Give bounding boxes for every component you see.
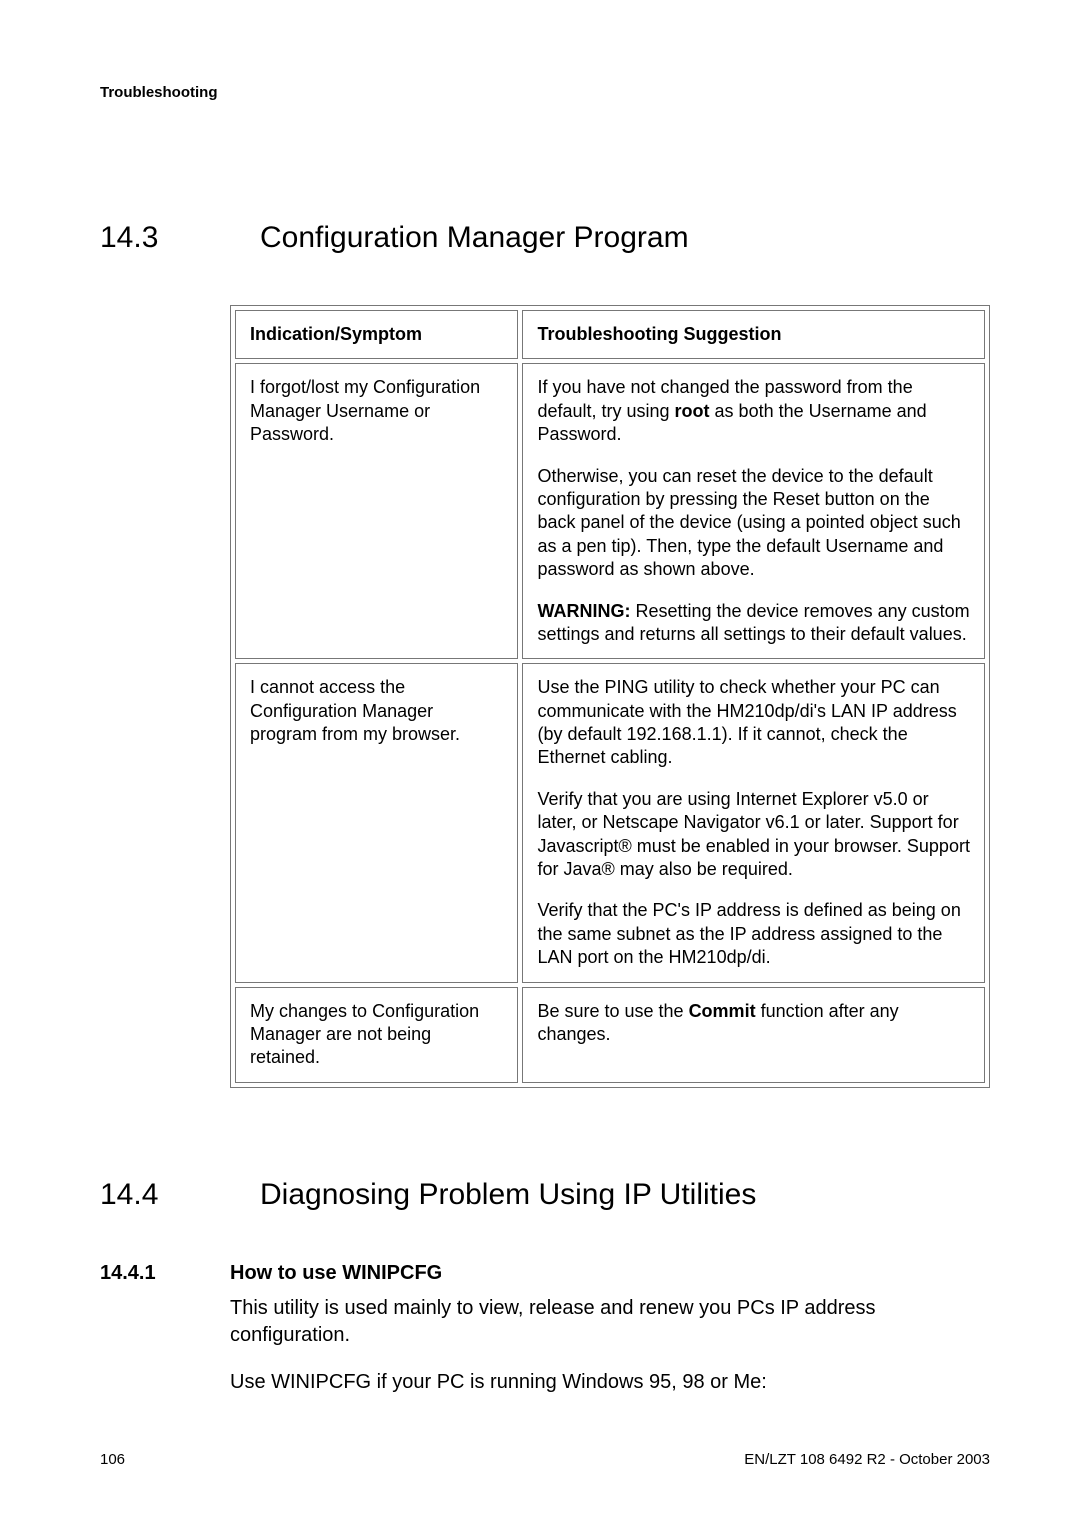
table-row: I forgot/lost my Configuration Manager U… (235, 363, 985, 659)
subsection-heading-row: 14.4.1 How to use WINIPCFG (100, 1262, 990, 1285)
suggestion-paragraph: Verify that you are using Internet Explo… (537, 788, 970, 882)
body-paragraph: This utility is used mainly to view, rel… (230, 1295, 990, 1349)
table-row: My changes to Configuration Manager are … (235, 987, 985, 1083)
suggestion-paragraph: WARNING: Resetting the device removes an… (537, 600, 970, 647)
troubleshooting-table-wrap: Indication/Symptom Troubleshooting Sugge… (230, 305, 990, 1088)
subsection-number: 14.4.1 (100, 1262, 172, 1285)
suggestion-cell: Use the PING utility to check whether yo… (522, 663, 985, 982)
suggestion-paragraph: Be sure to use the Commit function after… (537, 1000, 970, 1047)
doc-id: EN/LZT 108 6492 R2 - October 2003 (744, 1451, 990, 1468)
section-ip-utilities: 14.4 Diagnosing Problem Using IP Utiliti… (100, 1178, 990, 1396)
text-span: Be sure to use the (537, 1001, 688, 1021)
suggestion-cell: Be sure to use the Commit function after… (522, 987, 985, 1083)
body-block: This utility is used mainly to view, rel… (230, 1295, 990, 1396)
bold-text: Commit (689, 1001, 756, 1021)
symptom-cell: I forgot/lost my Configuration Manager U… (235, 363, 518, 659)
body-paragraph: Use WINIPCFG if your PC is running Windo… (230, 1369, 990, 1396)
page-number: 106 (100, 1451, 125, 1468)
section-number: 14.4 (100, 1178, 180, 1212)
section-heading-row: 14.4 Diagnosing Problem Using IP Utiliti… (100, 1178, 990, 1212)
subsection-title: How to use WINIPCFG (230, 1262, 442, 1285)
section-number: 14.3 (100, 221, 180, 255)
suggestion-paragraph: Verify that the PC's IP address is defin… (537, 899, 970, 969)
section-title: Diagnosing Problem Using IP Utilities (260, 1178, 756, 1212)
table-header-row: Indication/Symptom Troubleshooting Sugge… (235, 310, 985, 359)
bold-text: WARNING: (537, 601, 630, 621)
running-header: Troubleshooting (100, 84, 990, 101)
bold-text: root (675, 401, 710, 421)
table-row: I cannot access the Configuration Manage… (235, 663, 985, 982)
col-header-suggestion: Troubleshooting Suggestion (522, 310, 985, 359)
suggestion-cell: If you have not changed the password fro… (522, 363, 985, 659)
page: Troubleshooting 14.3 Configuration Manag… (0, 0, 1080, 1528)
page-footer: 106 EN/LZT 108 6492 R2 - October 2003 (100, 1451, 990, 1468)
section-title: Configuration Manager Program (260, 221, 689, 255)
troubleshooting-table: Indication/Symptom Troubleshooting Sugge… (230, 305, 990, 1088)
suggestion-paragraph: Use the PING utility to check whether yo… (537, 676, 970, 770)
section-config-manager: 14.3 Configuration Manager Program Indic… (100, 221, 990, 1088)
suggestion-paragraph: Otherwise, you can reset the device to t… (537, 465, 970, 582)
section-heading-row: 14.3 Configuration Manager Program (100, 221, 990, 255)
symptom-cell: I cannot access the Configuration Manage… (235, 663, 518, 982)
symptom-cell: My changes to Configuration Manager are … (235, 987, 518, 1083)
col-header-symptom: Indication/Symptom (235, 310, 518, 359)
suggestion-paragraph: If you have not changed the password fro… (537, 376, 970, 446)
